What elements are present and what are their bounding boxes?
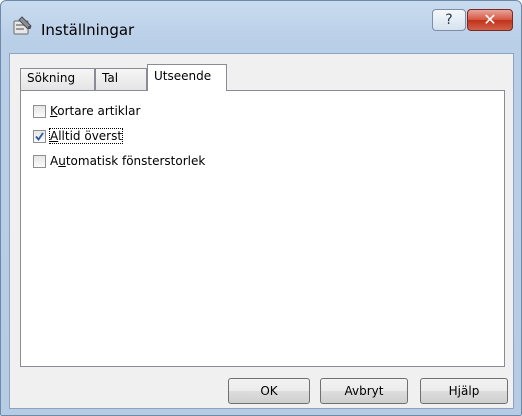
ok-button[interactable]: OK [228, 378, 310, 404]
option-label: Alltid överst [48, 128, 124, 144]
settings-dialog: Inställningar ? ✕ Sökning Tal Utseende K… [0, 0, 522, 416]
option-label: Automatisk fönsterstorlek [50, 154, 206, 168]
option-alltid-overst[interactable]: Alltid överst [33, 128, 124, 144]
option-kortare-artiklar[interactable]: Kortare artiklar [33, 103, 140, 119]
settings-app-icon [13, 16, 32, 35]
close-button[interactable]: ✕ [467, 9, 513, 31]
tab-sokning[interactable]: Sökning [20, 68, 95, 90]
tab-label: Tal [102, 71, 119, 85]
checkbox-alltid-overst[interactable] [33, 129, 46, 143]
dialog-client-area: Sökning Tal Utseende Kortare artiklar Al… [9, 53, 514, 409]
title-bar[interactable]: Inställningar ? ✕ [1, 1, 521, 53]
cancel-button[interactable]: Avbryt [320, 378, 408, 404]
close-icon: ✕ [483, 10, 497, 29]
checkbox-automatisk-fonsterstorlek[interactable] [33, 154, 46, 168]
option-label: Kortare artiklar [50, 104, 141, 118]
checkbox-kortare-artiklar[interactable] [33, 104, 46, 118]
tab-tal[interactable]: Tal [95, 68, 147, 90]
help-question-button[interactable]: ? [432, 9, 466, 31]
tab-utseende[interactable]: Utseende [147, 64, 227, 91]
tab-panel-utseende: Kortare artiklar Alltid överst Automatis… [20, 90, 505, 367]
checkmark-icon [35, 131, 44, 141]
tab-label: Sökning [27, 71, 76, 85]
tab-label: Utseende [154, 69, 212, 83]
question-mark-icon: ? [445, 12, 453, 28]
option-automatisk-fonsterstorlek[interactable]: Automatisk fönsterstorlek [33, 153, 205, 169]
window-title: Inställningar [41, 21, 135, 39]
help-button[interactable]: Hjälp [420, 378, 508, 404]
